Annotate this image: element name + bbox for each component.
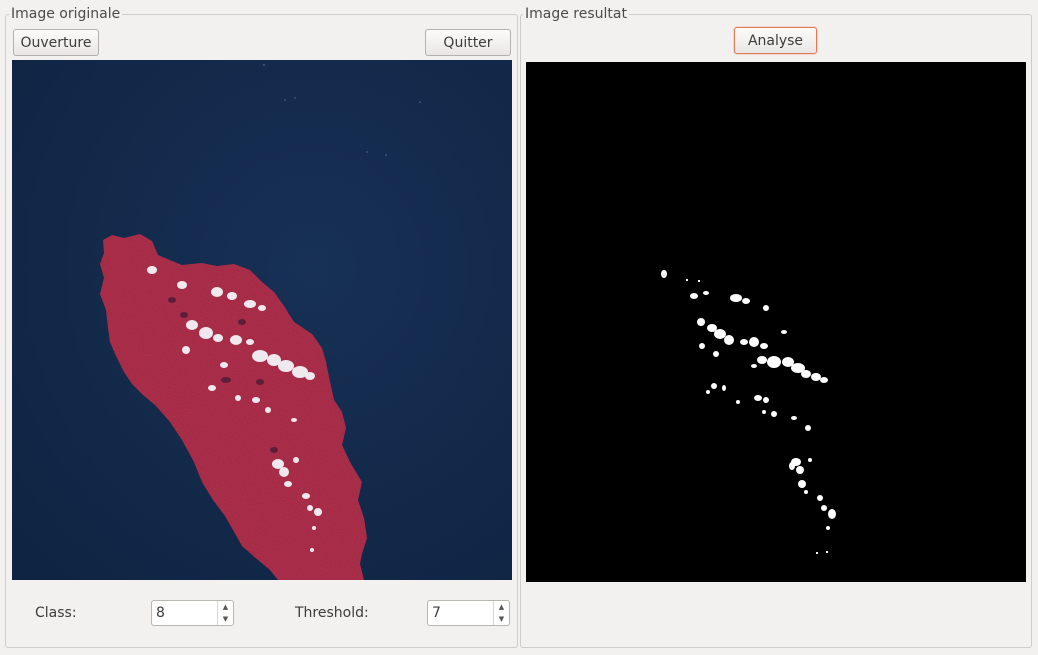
threshold-spinbox[interactable]: 7 ▲ ▼: [427, 600, 510, 626]
analyse-button[interactable]: Analyse: [734, 27, 817, 54]
original-image-graphic: [12, 60, 512, 580]
result-image-title: Image resultat: [523, 6, 629, 22]
quit-button[interactable]: Quitter: [425, 29, 511, 56]
threshold-decrement-icon[interactable]: ▼: [494, 613, 509, 625]
threshold-value[interactable]: 7: [428, 601, 494, 625]
original-image: [12, 60, 512, 580]
open-button[interactable]: Ouverture: [13, 29, 99, 56]
result-image: [526, 62, 1026, 582]
original-image-title: Image originale: [9, 6, 123, 22]
class-decrement-icon[interactable]: ▼: [218, 613, 233, 625]
class-label: Class:: [35, 605, 77, 621]
class-value[interactable]: 8: [152, 601, 218, 625]
class-increment-icon[interactable]: ▲: [218, 601, 233, 613]
result-image-graphic: [526, 62, 1026, 582]
threshold-label: Threshold:: [295, 605, 369, 621]
class-spinbox[interactable]: 8 ▲ ▼: [151, 600, 234, 626]
threshold-increment-icon[interactable]: ▲: [494, 601, 509, 613]
